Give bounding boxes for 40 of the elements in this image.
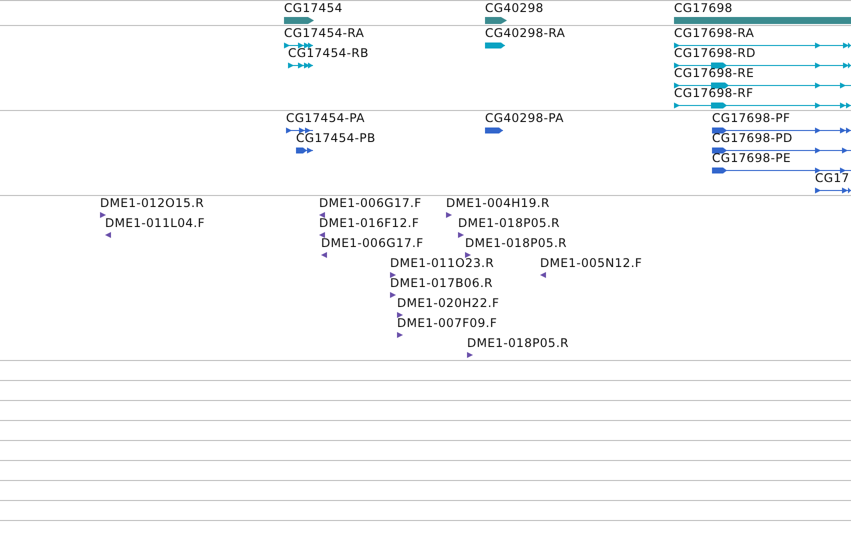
feature-label: CG40298-RA xyxy=(485,27,566,40)
feature-label: DME1-018P05.R xyxy=(458,217,560,230)
feature-label: DME1-011O23.R xyxy=(390,257,494,270)
feature-label: CG17698-PF xyxy=(712,112,790,125)
feature-label: DME1-006G17.F xyxy=(321,237,424,250)
feature-label: CG17698-RE xyxy=(674,67,754,80)
feature-label: DME1-012O15.R xyxy=(100,197,204,210)
feature-label: CG17454-PB xyxy=(296,132,376,145)
feature-label: CG40298 xyxy=(485,2,544,15)
protein-glyph xyxy=(485,127,503,134)
feature-label: DME1-007F09.F xyxy=(397,317,498,330)
gene-bar xyxy=(284,16,314,24)
feature-label: DME1-018P05.R xyxy=(467,337,569,350)
feature-label: CG17454 xyxy=(284,2,343,15)
feature-label: CG17698-RA xyxy=(674,27,754,40)
feature-label: DME1-006G17.F xyxy=(319,197,422,210)
feature-label: CG17698-RD xyxy=(674,47,756,60)
feature-label: CG17698-PD xyxy=(712,132,793,145)
feature-label: DME1-011L04.F xyxy=(105,217,205,230)
feature-label: DME1-017B06.R xyxy=(390,277,493,290)
feature-label: DME1-016F12.F xyxy=(319,217,420,230)
feature-label: CG17698 xyxy=(674,2,733,15)
feature-label: CG17698-PE xyxy=(712,152,791,165)
protein-glyph xyxy=(286,127,313,134)
protein-glyph xyxy=(815,187,851,194)
feature-label: DME1-020H22.F xyxy=(397,297,500,310)
feature-label: CG17698-RF xyxy=(674,87,754,100)
feature-label: CG40298-PA xyxy=(485,112,564,125)
gene-bar xyxy=(485,16,507,24)
feature-label: CG17454-RA xyxy=(284,27,364,40)
transcript-glyph xyxy=(288,62,313,69)
transcript-glyph xyxy=(485,42,505,49)
feature-label: CG17454-RB xyxy=(288,47,369,60)
transcript-glyph xyxy=(284,42,313,49)
feature-label: CG17454-PA xyxy=(286,112,365,125)
feature-label: DME1-005N12.F xyxy=(540,257,642,270)
feature-label: CG17 xyxy=(815,172,850,185)
protein-glyph xyxy=(296,147,313,154)
feature-label: DME1-018P05.R xyxy=(465,237,567,250)
feature-label: DME1-004H19.R xyxy=(446,197,550,210)
